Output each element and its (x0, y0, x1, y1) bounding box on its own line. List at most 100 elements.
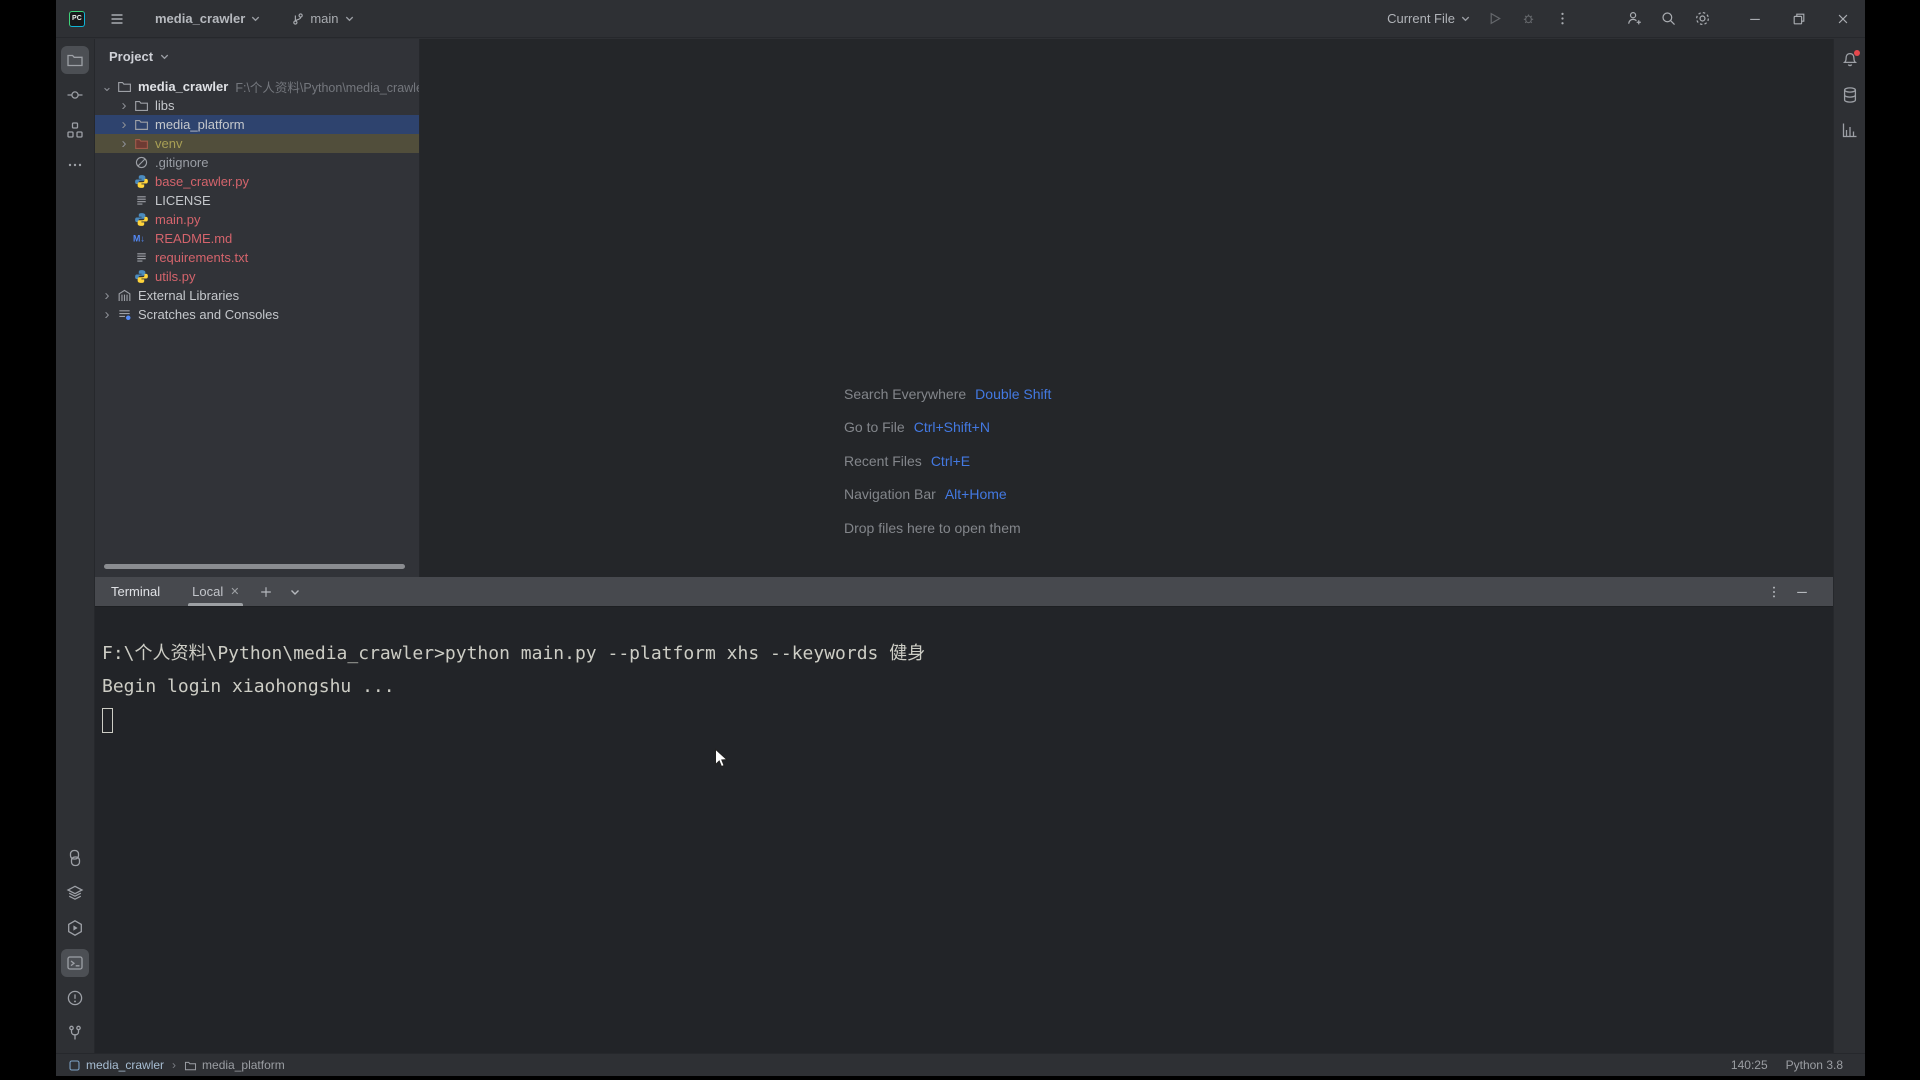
breadcrumb-folder[interactable]: media_platform (202, 1058, 285, 1072)
tree-item-label: requirements.txt (155, 250, 249, 265)
git-branch-selector[interactable]: main (283, 7, 362, 30)
terminal-tool-button[interactable] (61, 949, 89, 977)
project-selector[interactable]: media_crawler (147, 7, 269, 30)
chevron-down-icon[interactable]: ⌄ (99, 79, 115, 95)
terminal-output[interactable]: F:\个人资料\Python\media_crawler>python main… (95, 607, 1833, 733)
run-icon (1490, 12, 1501, 25)
chart-icon (1841, 121, 1859, 139)
project-name: media_crawler (155, 11, 246, 26)
tree-item-base-crawler-py[interactable]: base_crawler.py (95, 172, 419, 191)
terminal-header: Terminal Local ✕ (95, 577, 1833, 607)
close-tab-icon[interactable]: ✕ (230, 585, 239, 598)
tree-item-external-libraries[interactable]: › External Libraries (95, 286, 419, 305)
title-bar: PC media_crawler main Current File (56, 0, 1865, 38)
services-tool-button[interactable] (61, 914, 89, 942)
database-tool-button[interactable] (1836, 81, 1864, 109)
chevron-right-icon[interactable]: › (99, 287, 115, 304)
commit-tool-button[interactable] (61, 81, 89, 109)
tree-item-label: LICENSE (155, 193, 211, 208)
debug-button[interactable] (1511, 4, 1545, 34)
tree-item-media-crawler[interactable]: ⌄ media_crawler F:\个人资料\Python\media_crawl… (95, 77, 419, 96)
tree-item--gitignore[interactable]: .gitignore (95, 153, 419, 172)
plots-tool-button[interactable] (1836, 116, 1864, 144)
tree-item-media-platform[interactable]: › media_platform (95, 115, 419, 134)
python-file-icon (134, 269, 149, 284)
project-tool-button[interactable] (61, 46, 89, 74)
pycharm-logo-icon: PC (69, 10, 85, 27)
maximize-button[interactable] (1777, 0, 1821, 38)
more-tools-button[interactable] (61, 151, 89, 179)
active-tab-indicator (188, 603, 244, 606)
layers-icon (66, 884, 84, 902)
tree-item-label: media_crawler (138, 79, 229, 94)
project-panel-header[interactable]: Project (95, 39, 419, 73)
breadcrumb-project[interactable]: media_crawler (86, 1058, 164, 1072)
tree-item-license[interactable]: LICENSE (95, 191, 419, 210)
breadcrumb-separator: › (172, 1058, 177, 1072)
new-terminal-session-button[interactable] (259, 585, 273, 599)
run-configuration-selector[interactable]: Current File (1381, 7, 1477, 30)
main-menu-button[interactable] (101, 7, 133, 31)
terminal-line: F:\个人资料\Python\media_crawler>python main… (102, 643, 926, 664)
problems-tool-button[interactable] (61, 984, 89, 1012)
tree-item-requirements-txt[interactable]: requirements.txt (95, 248, 419, 267)
libraries-icon (117, 288, 132, 303)
terminal-line: Begin login xiaohongshu ... (102, 676, 395, 697)
tree-item-label: Scratches and Consoles (138, 307, 279, 322)
chevron-down-icon (291, 589, 300, 595)
hide-terminal-button[interactable] (1795, 585, 1809, 599)
chevron-right-icon[interactable]: › (116, 116, 132, 133)
run-button[interactable] (1477, 4, 1511, 34)
chevron-right-icon[interactable]: › (116, 97, 132, 114)
shortcut-keys: Double Shift (975, 385, 1052, 402)
tree-item-readme-md[interactable]: M↓ README.md (95, 229, 419, 248)
chevron-right-icon[interactable]: › (99, 306, 115, 323)
tree-item-utils-py[interactable]: utils.py (95, 267, 419, 286)
python-packages-tool-button[interactable] (61, 879, 89, 907)
tree-item-label: External Libraries (138, 288, 240, 303)
settings-button[interactable] (1685, 4, 1719, 34)
python-console-tool-button[interactable] (61, 844, 89, 872)
notifications-tool-button[interactable] (1836, 46, 1864, 74)
add-user-icon (1627, 12, 1641, 25)
structure-icon (66, 121, 84, 139)
problems-icon (66, 989, 84, 1007)
shortcut-hint: Search Everywhere Double Shift (844, 377, 1051, 411)
cursor-position-widget[interactable]: 140:25 (1731, 1058, 1768, 1072)
minimize-button[interactable] (1733, 0, 1777, 38)
version-control-tool-button[interactable] (61, 1019, 89, 1047)
branch-name: main (310, 11, 339, 26)
terminal-options-button[interactable] (1767, 585, 1781, 599)
tree-item-label: media_platform (155, 117, 245, 132)
terminal-tab-local[interactable]: Local ✕ (188, 577, 244, 606)
breadcrumb[interactable]: media_crawler › media_platform (68, 1058, 285, 1072)
minimize-icon (1797, 591, 1807, 593)
tree-item-main-py[interactable]: main.py (95, 210, 419, 229)
terminal-session-dropdown[interactable] (289, 586, 301, 598)
markdown-file-icon: M↓ (133, 231, 149, 246)
python-interpreter-widget[interactable]: Python 3.8 (1786, 1058, 1843, 1072)
python-file-icon (134, 174, 149, 189)
project-icon (69, 1060, 80, 1070)
more-actions-button[interactable] (1545, 4, 1579, 34)
more-vertical-icon (1560, 12, 1564, 25)
structure-tool-button[interactable] (61, 116, 89, 144)
close-icon (1838, 14, 1848, 23)
editor-shortcut-hints: Search Everywhere Double Shift Go to File C… (844, 377, 1051, 545)
tree-item-venv[interactable]: › venv (95, 134, 419, 153)
tree-item-libs[interactable]: › libs (95, 96, 419, 115)
terminal-title: Terminal (111, 584, 161, 599)
svg-text:M↓: M↓ (133, 234, 145, 244)
code-with-me-button[interactable] (1617, 4, 1651, 34)
plus-icon (261, 586, 272, 597)
tree-item-label: main.py (155, 212, 201, 227)
pycharm-window: PC media_crawler main Current File Proje… (56, 0, 1865, 1076)
close-button[interactable] (1821, 0, 1865, 38)
editor-empty-area: Search Everywhere Double Shift Go to File C… (420, 39, 1833, 577)
search-icon (1661, 12, 1675, 25)
shortcut-keys: Alt+Home (944, 486, 1007, 503)
chevron-right-icon[interactable]: › (116, 135, 132, 152)
tree-item-scratches-and-consoles[interactable]: › Scratches and Consoles (95, 305, 419, 324)
horizontal-scrollbar[interactable] (104, 564, 405, 569)
search-everywhere-button[interactable] (1651, 4, 1685, 34)
